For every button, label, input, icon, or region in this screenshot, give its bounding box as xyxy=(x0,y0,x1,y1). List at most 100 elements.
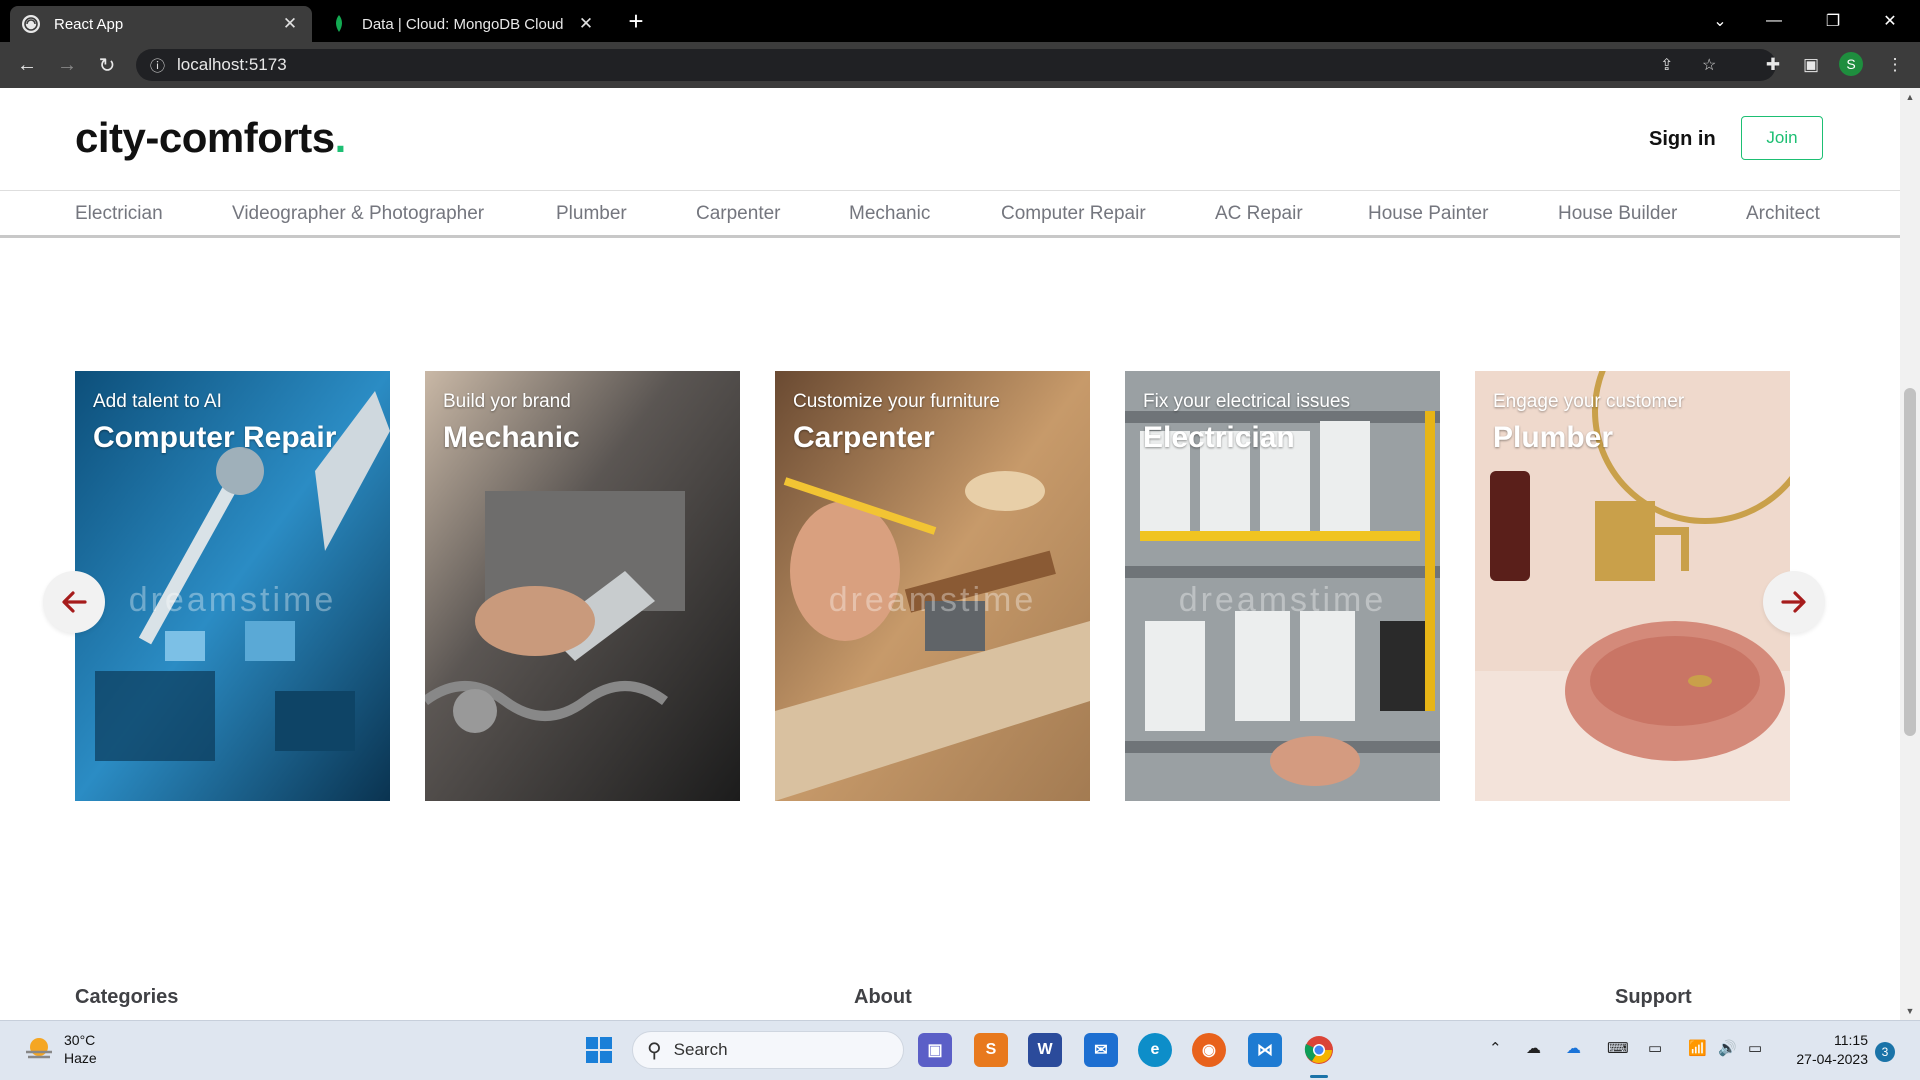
slide-subtitle: Build yor brand xyxy=(443,391,571,412)
chrome-icon[interactable] xyxy=(1302,1033,1336,1067)
slide-subtitle: Engage your customer xyxy=(1493,391,1685,412)
onedrive-cloud-icon[interactable]: ☁ xyxy=(1526,1039,1541,1057)
slide-card-plumber[interactable]: Engage your customer Plumber xyxy=(1475,371,1790,801)
slider-next-button[interactable] xyxy=(1763,571,1825,633)
slide-subtitle: Add talent to AI xyxy=(93,391,222,412)
notification-badge[interactable]: 3 xyxy=(1875,1042,1895,1062)
category-house-builder[interactable]: House Builder xyxy=(1558,203,1677,225)
slide-title: Mechanic xyxy=(443,421,580,454)
scroll-down-icon[interactable]: ▼ xyxy=(1900,1006,1920,1016)
services-slider: dreamstime Add talent to AI Computer Rep… xyxy=(0,371,1900,801)
vscode-icon[interactable]: ⋈ xyxy=(1248,1033,1282,1067)
category-computer-repair[interactable]: Computer Repair xyxy=(1001,203,1146,225)
scrollbar-thumb[interactable] xyxy=(1904,388,1916,736)
slide-title: Computer Repair xyxy=(93,421,337,454)
weather-condition: Haze xyxy=(64,1050,97,1066)
slide-title: Plumber xyxy=(1493,421,1614,454)
sign-in-link[interactable]: Sign in xyxy=(1649,128,1716,151)
category-videographer-photographer[interactable]: Videographer & Photographer xyxy=(232,203,484,225)
weather-widget[interactable]: 30°C Haze xyxy=(22,1031,97,1067)
category-ac-repair[interactable]: AC Repair xyxy=(1215,203,1303,225)
firefox-icon[interactable]: ◉ xyxy=(1192,1033,1226,1067)
site-logo[interactable]: city-comforts. xyxy=(75,114,346,162)
category-plumber[interactable]: Plumber xyxy=(556,203,627,225)
close-tab-icon[interactable]: ✕ xyxy=(576,14,596,34)
clock-time: 11:15 xyxy=(1834,1032,1868,1048)
tab-title: Data | Cloud: MongoDB Cloud xyxy=(362,15,564,33)
slide-card-carpenter[interactable]: dreamstime Customize your furniture Carp… xyxy=(775,371,1090,801)
extensions-puzzle-icon[interactable]: ✚ xyxy=(1758,50,1788,80)
active-app-indicator xyxy=(1310,1075,1328,1078)
category-house-painter[interactable]: House Painter xyxy=(1368,203,1488,225)
footer-heading-categories: Categories xyxy=(75,986,179,1008)
tab-react-app[interactable]: React App ✕ xyxy=(10,6,312,42)
tab-title: React App xyxy=(54,15,124,33)
close-window-button[interactable]: ✕ xyxy=(1862,0,1918,42)
category-mechanic[interactable]: Mechanic xyxy=(849,203,930,225)
logo-text: city-comforts xyxy=(75,114,335,161)
mail-icon[interactable]: ✉ xyxy=(1084,1033,1118,1067)
display-icon[interactable]: ▭ xyxy=(1648,1039,1662,1057)
system-clock[interactable]: 11:15 27-04-2023 xyxy=(1786,1031,1868,1069)
close-tab-icon[interactable]: ✕ xyxy=(280,14,300,34)
back-button[interactable]: ← xyxy=(12,50,42,80)
page-scrollbar[interactable]: ▲ ▼ xyxy=(1900,88,1920,1020)
footer-heading-support: Support xyxy=(1615,986,1692,1008)
weather-temperature: 30°C xyxy=(64,1032,96,1048)
page-content: city-comforts. Sign in Join Electrician … xyxy=(0,88,1900,1020)
watermark: dreamstime xyxy=(128,581,337,619)
search-label: Search xyxy=(673,1040,728,1059)
wifi-icon[interactable]: 📶 xyxy=(1688,1039,1707,1057)
keyboard-icon[interactable]: ⌨ xyxy=(1607,1039,1629,1057)
taskbar-search-box[interactable]: ⚲ Search xyxy=(632,1031,904,1069)
tab-search-chevron-icon[interactable]: ⌄ xyxy=(1692,0,1748,42)
clock-date: 27-04-2023 xyxy=(1796,1051,1868,1067)
site-info-icon[interactable]: ⓘ xyxy=(150,55,165,76)
side-panel-icon[interactable]: ▣ xyxy=(1796,50,1826,80)
bookmark-star-icon[interactable]: ☆ xyxy=(1702,49,1716,81)
arrow-left-icon xyxy=(62,591,87,613)
watermark: dreamstime xyxy=(828,581,1037,619)
reload-button[interactable]: ↻ xyxy=(92,50,122,80)
show-hidden-icons-chevron[interactable]: ⌃ xyxy=(1489,1039,1502,1057)
restore-button[interactable]: ❐ xyxy=(1805,0,1861,42)
slide-title: Electrician xyxy=(1143,421,1295,454)
join-button[interactable]: Join xyxy=(1741,116,1823,160)
slider-prev-button[interactable] xyxy=(43,571,105,633)
menu-kebab-icon[interactable]: ⋮ xyxy=(1880,50,1910,80)
onedrive-blue-cloud-icon[interactable]: ☁ xyxy=(1566,1039,1581,1057)
mongodb-leaf-icon xyxy=(330,15,348,33)
edge-browser-icon[interactable]: e xyxy=(1138,1033,1172,1067)
arrow-right-icon xyxy=(1781,591,1806,613)
slide-card-electrician[interactable]: dreamstime Fix your electrical issues El… xyxy=(1125,371,1440,801)
category-electrician[interactable]: Electrician xyxy=(75,203,163,225)
battery-icon[interactable]: ▭ xyxy=(1748,1039,1762,1057)
category-architect[interactable]: Architect xyxy=(1746,203,1820,225)
url-text: localhost:5173 xyxy=(177,55,287,74)
slide-subtitle: Customize your furniture xyxy=(793,391,1000,412)
profile-avatar[interactable]: S xyxy=(1839,52,1863,76)
logo-dot: . xyxy=(334,114,347,161)
teams-chat-icon[interactable]: ▣ xyxy=(918,1033,952,1067)
slide-subtitle: Fix your electrical issues xyxy=(1143,391,1350,412)
tab-mongodb-cloud[interactable]: Data | Cloud: MongoDB Cloud ✕ xyxy=(318,6,608,42)
word-app-icon[interactable]: W xyxy=(1028,1033,1062,1067)
category-carpenter[interactable]: Carpenter xyxy=(696,203,781,225)
watermark: dreamstime xyxy=(1178,581,1387,619)
slide-title: Carpenter xyxy=(793,421,935,454)
new-tab-button[interactable]: + xyxy=(622,8,650,36)
sublime-text-icon[interactable]: S xyxy=(974,1033,1008,1067)
footer-heading-about: About xyxy=(854,986,912,1008)
share-icon[interactable]: ⇪ xyxy=(1660,49,1673,81)
category-menu: Electrician Videographer & Photographer … xyxy=(0,190,1900,238)
volume-icon[interactable]: 🔊 xyxy=(1718,1039,1737,1057)
minimize-button[interactable]: — xyxy=(1746,0,1802,42)
forward-button[interactable]: → xyxy=(52,50,82,80)
address-bar[interactable]: ⓘ localhost:5173 ⇪ ☆ xyxy=(136,49,1776,81)
slide-card-computer-repair[interactable]: dreamstime Add talent to AI Computer Rep… xyxy=(75,371,390,801)
slide-card-mechanic[interactable]: Build yor brand Mechanic xyxy=(425,371,740,801)
haze-sun-icon xyxy=(26,1038,52,1059)
scroll-up-icon[interactable]: ▲ xyxy=(1900,92,1920,102)
windows-start-icon[interactable] xyxy=(582,1033,616,1067)
windows-taskbar: 30°C Haze ⚲ Search ▣ S W ✉ e ◉ ⋈ ⌃ ☁ ☁ ⌨… xyxy=(0,1020,1920,1080)
